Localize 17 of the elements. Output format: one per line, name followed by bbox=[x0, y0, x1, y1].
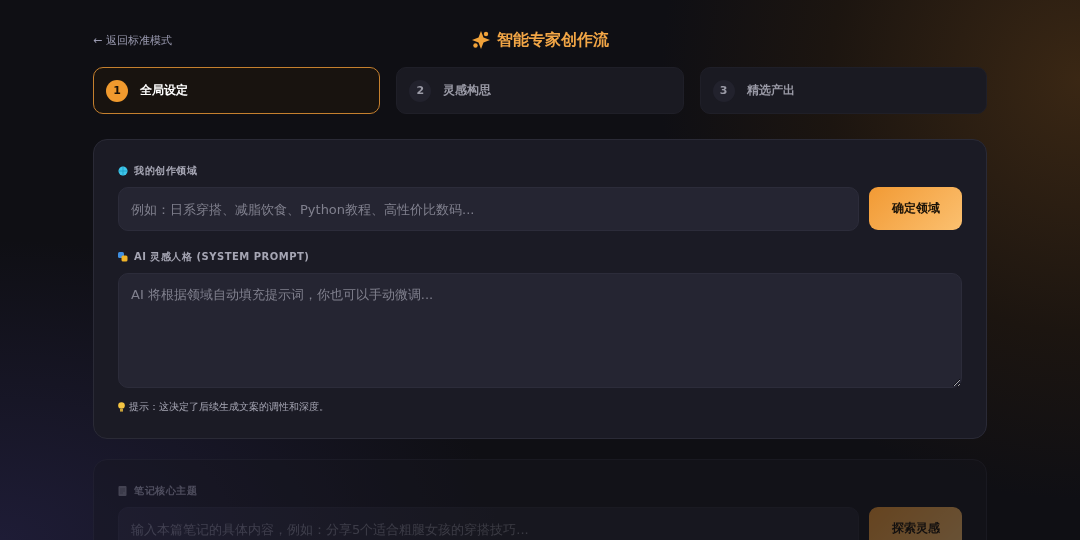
field-label: AI 灵感人格 (SYSTEM PROMPT) bbox=[134, 250, 310, 264]
action-button[interactable]: 确定领域 bbox=[869, 187, 962, 230]
masks-icon bbox=[118, 252, 128, 262]
prompt-textarea[interactable]: AI 将根据领域自动填充提示词，你也可以手动微调... bbox=[118, 273, 962, 388]
globe-icon bbox=[118, 166, 128, 176]
step-tab[interactable]: 2 灵感构思 bbox=[396, 67, 684, 114]
field-label: 笔记核心主题 bbox=[134, 484, 197, 498]
sparkle-icon bbox=[471, 30, 491, 50]
lightbulb-icon bbox=[118, 402, 125, 412]
hint-text: 提示：这决定了后续生成文案的调性和深度。 bbox=[129, 400, 329, 414]
field-label: 我的创作领域 bbox=[134, 164, 197, 178]
back-link[interactable]: ← 返回标准模式 bbox=[93, 32, 253, 48]
step-tab[interactable]: 3 精选产出 bbox=[699, 67, 987, 114]
note-icon bbox=[118, 486, 128, 496]
step-tab[interactable]: 1 全局设定 bbox=[93, 67, 381, 114]
input-field[interactable]: 例如：日系穿搭、减脂饮食、Python教程、高性价比数码... bbox=[118, 187, 859, 231]
page-title: 智能专家创作流 bbox=[497, 29, 609, 51]
